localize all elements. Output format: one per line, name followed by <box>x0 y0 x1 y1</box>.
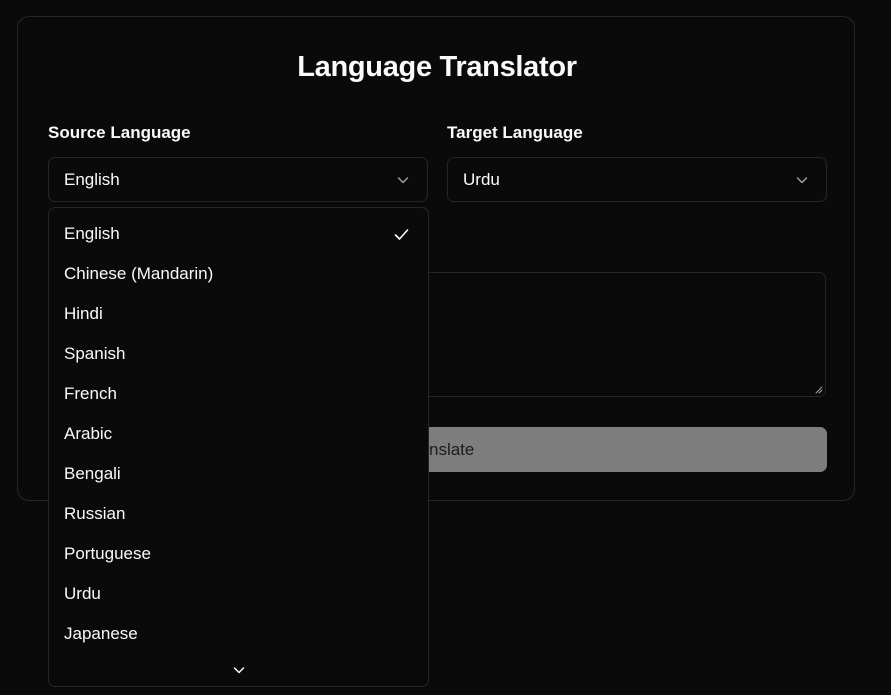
source-language-dropdown: English Chinese (Mandarin) Hindi Spanish… <box>48 207 429 687</box>
dropdown-option-chinese-mandarin[interactable]: Chinese (Mandarin) <box>53 254 424 294</box>
dropdown-option-hindi[interactable]: Hindi <box>53 294 424 334</box>
dropdown-option-urdu[interactable]: Urdu <box>53 574 424 614</box>
dropdown-option-portuguese[interactable]: Portuguese <box>53 534 424 574</box>
dropdown-option-russian[interactable]: Russian <box>53 494 424 534</box>
chevron-down-icon <box>796 177 808 184</box>
translate-button-label: nslate <box>429 440 475 459</box>
scroll-down-chevron-icon[interactable] <box>231 662 247 678</box>
resize-handle-icon[interactable] <box>814 385 823 394</box>
dropdown-option-japanese[interactable]: Japanese <box>53 614 424 654</box>
source-language-value: English <box>64 170 120 189</box>
target-language-label: Target Language <box>447 123 583 142</box>
dropdown-option-spanish[interactable]: Spanish <box>53 334 424 374</box>
check-icon <box>394 229 409 240</box>
dropdown-option-english[interactable]: English <box>53 214 424 254</box>
source-language-label: Source Language <box>48 123 191 142</box>
target-language-select[interactable]: Urdu <box>447 157 827 202</box>
dropdown-option-bengali[interactable]: Bengali <box>53 454 424 494</box>
dropdown-option-french[interactable]: French <box>53 374 424 414</box>
target-language-value: Urdu <box>463 170 500 189</box>
page-title: Language Translator <box>297 51 577 83</box>
source-language-select[interactable]: English <box>48 157 428 202</box>
chevron-down-icon <box>397 177 409 184</box>
dropdown-option-arabic[interactable]: Arabic <box>53 414 424 454</box>
